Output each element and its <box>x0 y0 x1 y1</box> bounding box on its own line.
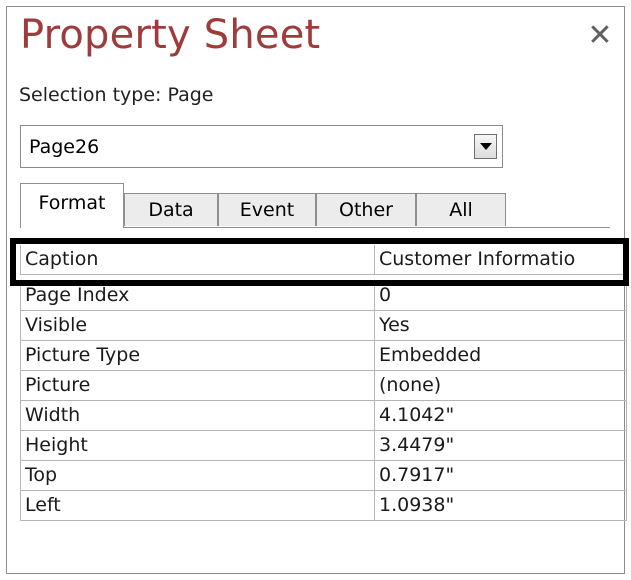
property-name: Page Index <box>20 281 375 311</box>
property-name: Top <box>20 461 375 491</box>
tab-event[interactable]: Event <box>218 193 316 226</box>
tab-format[interactable]: Format <box>20 183 124 228</box>
tab-data[interactable]: Data <box>124 193 218 226</box>
property-name: Left <box>20 491 375 521</box>
property-row-caption[interactable]: Caption Customer Informatio <box>20 245 628 275</box>
property-name: Caption <box>20 245 375 275</box>
property-row-page-index[interactable]: Page Index 0 <box>20 281 628 311</box>
chevron-down-icon <box>480 143 492 150</box>
property-name: Width <box>20 401 375 431</box>
selection-type-label: Selection type: <box>19 84 162 106</box>
property-name: Picture Type <box>20 341 375 371</box>
property-value[interactable]: Yes <box>375 311 627 341</box>
close-icon[interactable]: ✕ <box>586 21 614 51</box>
property-name: Visible <box>20 311 375 341</box>
pane-title: Property Sheet <box>20 12 321 58</box>
property-value[interactable]: (none) <box>375 371 627 401</box>
property-row-height[interactable]: Height 3.4479" <box>20 431 628 461</box>
tab-other[interactable]: Other <box>316 193 416 226</box>
property-row-visible[interactable]: Visible Yes <box>20 311 628 341</box>
property-row-picture[interactable]: Picture (none) <box>20 371 628 401</box>
tab-all[interactable]: All <box>416 193 506 226</box>
property-row-picture-type[interactable]: Picture Type Embedded <box>20 341 628 371</box>
property-name: Picture <box>20 371 375 401</box>
property-value[interactable]: Customer Informatio <box>375 245 627 275</box>
object-selector-dropdown-button[interactable] <box>474 134 497 159</box>
property-row-left[interactable]: Left 1.0938" <box>20 491 628 521</box>
property-value[interactable]: 0.7917" <box>375 461 627 491</box>
property-row-width[interactable]: Width 4.1042" <box>20 401 628 431</box>
object-selector[interactable]: Page26 <box>20 125 503 168</box>
property-value[interactable]: 1.0938" <box>375 491 627 521</box>
selection-type-value: Page <box>167 84 214 106</box>
property-name: Height <box>20 431 375 461</box>
property-row-top[interactable]: Top 0.7917" <box>20 461 628 491</box>
property-value[interactable]: 3.4479" <box>375 431 627 461</box>
selection-type-line: Selection type: Page <box>19 84 214 106</box>
object-selector-value: Page26 <box>29 136 100 158</box>
property-value[interactable]: 0 <box>375 281 627 311</box>
property-value[interactable]: 4.1042" <box>375 401 627 431</box>
property-value[interactable]: Embedded <box>375 341 627 371</box>
